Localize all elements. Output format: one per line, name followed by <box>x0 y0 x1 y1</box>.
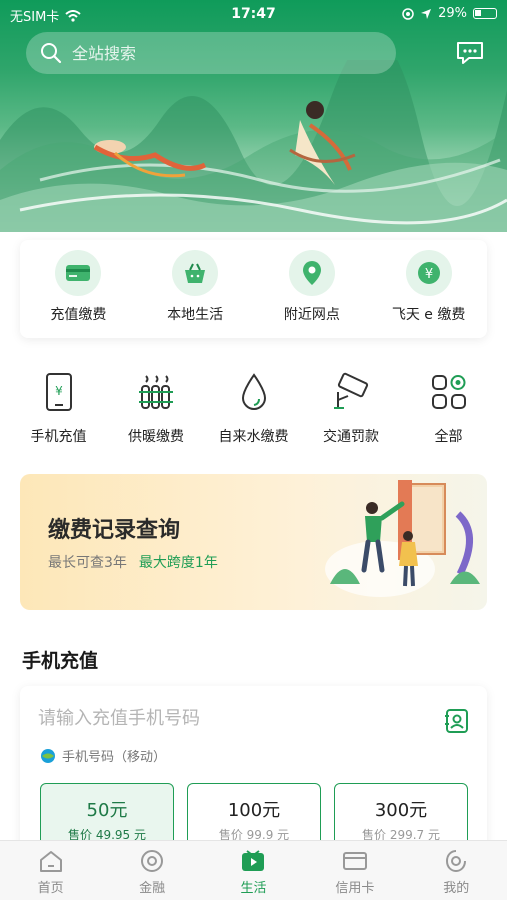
life-play-icon <box>242 850 265 871</box>
search-input[interactable] <box>72 43 372 63</box>
battery-percent: 29% <box>438 6 467 21</box>
service-water[interactable]: 自来水缴费 <box>205 370 302 450</box>
svg-text:¥: ¥ <box>424 267 432 282</box>
quick-item-nearby[interactable]: 附近网点 <box>257 250 367 338</box>
promo-sub-max-years: 最长可查3年 <box>48 555 127 571</box>
quick-item-recharge[interactable]: 充值缴费 <box>23 250 133 338</box>
promo-sub-max-span: 最大跨度1年 <box>138 555 218 571</box>
tab-label: 金融 <box>139 881 166 896</box>
card-icon <box>55 250 102 296</box>
tab-label: 信用卡 <box>335 881 375 896</box>
tab-finance[interactable]: 金融 <box>107 849 197 900</box>
carrier-label: 手机号码（移动） <box>62 750 167 765</box>
tab-life[interactable]: 生活 <box>208 849 298 900</box>
traffic-camera-icon <box>329 370 373 414</box>
quick-item-feitian-pay[interactable]: ¥ 飞天 e 缴费 <box>374 250 484 338</box>
tab-profile[interactable]: 我的 <box>411 849 501 900</box>
services-row: ¥ 手机充值 供暖缴费 自来水缴费 交通罚款 全部 <box>10 370 497 450</box>
water-drop-icon <box>232 370 276 414</box>
quick-services-card: 充值缴费 本地生活 附近网点 ¥ 飞天 e 缴费 <box>20 240 487 338</box>
location-arrow-icon <box>421 8 432 19</box>
radiator-icon <box>134 370 178 414</box>
carrier-info: 手机号码（移动） <box>40 746 166 765</box>
tab-label: 生活 <box>240 881 267 896</box>
phone-number-input[interactable] <box>38 708 418 729</box>
service-label: 供暖缴费 <box>128 429 184 445</box>
payment-record-banner[interactable]: 缴费记录查询 最长可查3年 最大跨度1年 <box>20 474 487 610</box>
quick-label: 飞天 e 缴费 <box>391 307 466 323</box>
service-heating[interactable]: 供暖缴费 <box>108 370 205 450</box>
svg-text:¥: ¥ <box>55 384 63 398</box>
yuan-coin-icon: ¥ <box>405 250 452 296</box>
message-icon[interactable] <box>455 40 485 66</box>
quick-label: 充值缴费 <box>50 307 107 323</box>
service-label: 自来水缴费 <box>218 429 289 445</box>
phone-yuan-icon: ¥ <box>37 370 81 414</box>
lock-rotation-icon <box>402 7 414 20</box>
promo-title: 缴费记录查询 <box>48 518 181 543</box>
tab-credit-card[interactable]: 信用卡 <box>310 849 400 900</box>
credit-card-icon <box>342 852 367 870</box>
service-label: 全部 <box>434 429 463 445</box>
search-icon <box>41 43 62 64</box>
section-title-phone-recharge: 手机充值 <box>22 650 99 672</box>
service-traffic-fine[interactable]: 交通罚款 <box>303 370 400 450</box>
promo-illustration <box>325 480 480 597</box>
finance-icon <box>141 850 164 872</box>
landscape-illustration <box>0 60 507 232</box>
location-pin-icon <box>288 250 335 296</box>
status-bar: 无SIM卡 17:47 29% <box>0 0 507 28</box>
header-banner: 无SIM卡 17:47 29% <box>0 0 507 232</box>
tab-home[interactable]: 首页 <box>6 849 96 900</box>
service-label: 交通罚款 <box>323 429 379 445</box>
tab-label: 我的 <box>443 881 470 896</box>
quick-label: 本地生活 <box>167 307 224 323</box>
basket-icon <box>172 250 219 296</box>
amount-value: 50元 <box>86 800 128 821</box>
phone-recharge-card: 手机号码（移动） 50元 售价 49.95 元 100元 售价 99.9 元 3… <box>20 686 487 856</box>
tab-label: 首页 <box>37 881 64 896</box>
battery-icon <box>473 8 497 19</box>
home-icon <box>39 851 62 872</box>
contact-book-icon[interactable] <box>444 708 470 734</box>
search-bar[interactable] <box>26 32 396 74</box>
profile-icon <box>446 850 467 873</box>
china-mobile-icon <box>41 748 55 763</box>
quick-item-local-life[interactable]: 本地生活 <box>140 250 250 338</box>
grid-icon <box>427 370 471 414</box>
quick-label: 附近网点 <box>283 307 340 323</box>
service-label: 手机充值 <box>30 429 87 445</box>
amount-value: 100元 <box>227 800 281 821</box>
amount-value: 300元 <box>374 800 428 821</box>
service-phone-recharge[interactable]: ¥ 手机充值 <box>10 370 107 450</box>
service-all[interactable]: 全部 <box>400 370 497 450</box>
bottom-tab-bar: 首页 金融 生活 信用卡 我的 <box>0 840 507 900</box>
promo-subtitle: 最长可查3年 最大跨度1年 <box>48 552 218 572</box>
